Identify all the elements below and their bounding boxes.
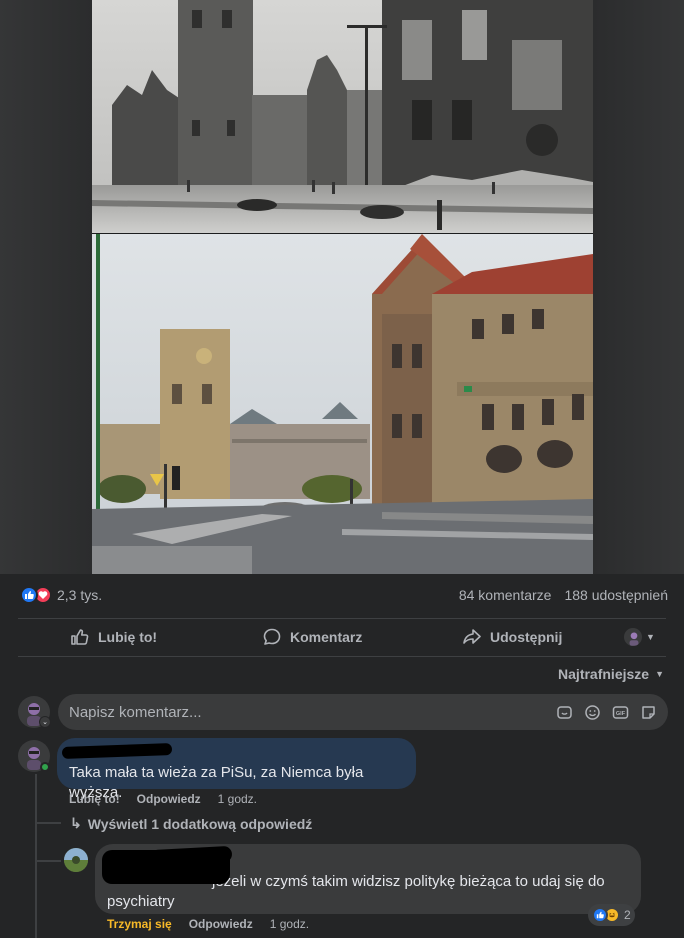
- like-button-label: Lubię to!: [98, 629, 158, 645]
- post-photo-historic[interactable]: [92, 0, 593, 233]
- post-photo-present[interactable]: [92, 234, 593, 574]
- comment-composer: ⌄ GIF: [18, 694, 668, 730]
- comment-meta-row: Lubię to! Odpowiedz 1 godz.: [69, 792, 257, 806]
- emoji-icon[interactable]: [583, 703, 602, 722]
- reply-reply-link[interactable]: Odpowiedz: [189, 917, 253, 931]
- comment-timestamp[interactable]: 1 godz.: [218, 792, 257, 806]
- shares-count[interactable]: 188 udostępnień: [564, 587, 668, 603]
- post-stats-row: 2,3 tys. 84 komentarze 188 udostępnień: [0, 574, 684, 618]
- reply-author-avatar[interactable]: [64, 848, 88, 872]
- reply-text-line2: psychiatry: [107, 893, 175, 910]
- reply-reactions-summary[interactable]: 2: [588, 904, 635, 926]
- like-button[interactable]: Lubię to!: [70, 620, 157, 654]
- historic-photo-image: [92, 0, 593, 233]
- like-icon: [20, 586, 38, 604]
- post-as-profile-selector[interactable]: ▼: [624, 620, 655, 654]
- reply-timestamp[interactable]: 1 godz.: [270, 917, 309, 931]
- share-button-label: Udostępnij: [490, 629, 563, 645]
- reactions-summary[interactable]: 2,3 tys.: [20, 586, 102, 604]
- sticker-icon[interactable]: [555, 703, 574, 722]
- thread-line: [35, 774, 37, 938]
- composer-tools: GIF: [555, 703, 658, 722]
- reaction-count[interactable]: 2,3 tys.: [57, 587, 102, 603]
- photo-gutter-left: [0, 0, 92, 574]
- post-photo-area: [0, 0, 684, 574]
- chevron-down-icon: ▼: [655, 669, 664, 679]
- photo-gutter-right: [593, 0, 684, 574]
- chevron-down-icon[interactable]: ⌄: [39, 716, 51, 728]
- like-icon: [592, 907, 608, 923]
- camera-icon[interactable]: [639, 703, 658, 722]
- comment-like-link[interactable]: Lubię to!: [69, 792, 120, 806]
- view-more-replies[interactable]: ↳ Wyświetl 1 dodatkową odpowiedź: [70, 815, 312, 832]
- share-icon: [463, 629, 481, 644]
- comment-reply-link[interactable]: Odpowiedz: [137, 792, 201, 806]
- gif-icon[interactable]: GIF: [611, 703, 630, 722]
- comment-button-label: Komentarz: [290, 629, 363, 645]
- share-button[interactable]: Udostępnij: [462, 620, 562, 654]
- chevron-down-icon: ▼: [646, 632, 655, 642]
- divider-bottom: [18, 656, 666, 657]
- sort-label: Najtrafniejsze: [558, 666, 650, 682]
- svg-text:GIF: GIF: [616, 711, 626, 717]
- thread-branch: [35, 860, 61, 862]
- view-more-replies-label: Wyświetl 1 dodatkową odpowiedź: [87, 815, 313, 832]
- thread-branch: [35, 822, 61, 824]
- reply-meta-row: Trzymaj się Odpowiedz 1 godz.: [107, 917, 309, 931]
- reply-reaction-count: 2: [624, 908, 631, 922]
- present-photo-image: [92, 234, 593, 574]
- comment-button[interactable]: Komentarz: [262, 620, 362, 654]
- online-status-badge: [40, 762, 50, 772]
- thumb-up-icon: [71, 629, 89, 645]
- reply-reaction-hold-link[interactable]: Trzymaj się: [107, 917, 172, 931]
- post-actions-row: Lubię to! Komentarz Udostępnij ▼: [18, 618, 666, 656]
- reply-arrow-icon: ↳: [70, 815, 82, 831]
- comments-count[interactable]: 84 komentarze: [459, 587, 552, 603]
- comment-sort-dropdown[interactable]: Najtrafniejsze ▼: [558, 666, 664, 682]
- comment-icon: [263, 628, 281, 645]
- post-stats-right: 84 komentarze 188 udostępnień: [459, 587, 668, 603]
- profile-avatar-icon: [624, 628, 642, 646]
